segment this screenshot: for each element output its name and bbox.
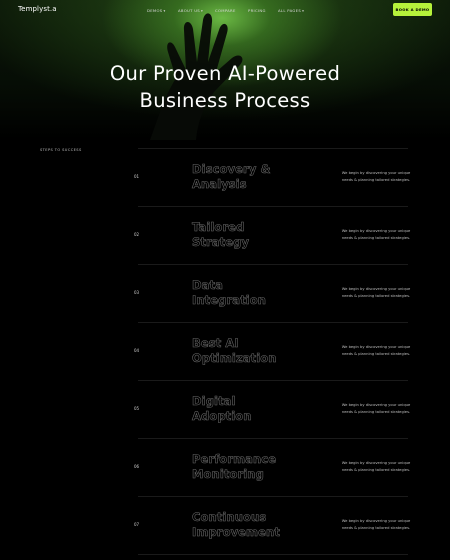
step-description-line-1: We begin by discovering your unique [341,287,411,291]
step-title-line-2: Strategy [192,235,250,250]
step-title: Digital Adoption [192,394,312,424]
step-title-line-2: Adoption [192,409,252,424]
step-number: 02 [134,232,140,237]
step-title-line-2: Analysis [192,177,247,192]
divider [138,148,408,149]
divider [138,496,408,497]
step-description: We begin by discovering your unique need… [336,402,416,415]
step-description: We begin by discovering your unique need… [336,228,416,241]
nav-item-compare[interactable]: COMPARE [215,8,236,13]
divider [138,264,408,265]
step-description-line-2: needs & planning tailored strategies. [341,235,411,240]
top-navbar: Templyst.a DEMOS▾ ABOUT US▾ COMPARE PRIC… [0,0,450,20]
step-title-line-1: Performance [192,452,277,467]
nav-item-label: ALL PAGES [278,8,302,13]
step-description-line-2: needs & planning tailored strategies. [341,409,411,414]
step-description-line-1: We begin by discovering your unique [341,171,411,175]
step-title: Discovery & Analysis [192,162,312,192]
nav-item-label: ABOUT US [178,8,201,13]
step-title-line-1: Digital [192,394,236,409]
page-title-line-2: Business Process [139,89,311,112]
step-description: We begin by discovering your unique need… [336,518,416,531]
step-description: We begin by discovering your unique need… [336,170,416,183]
step-title-line-2: Integration [192,293,267,308]
step-description-line-2: needs & planning tailored strategies. [341,351,411,356]
step-number: 03 [134,290,140,295]
step-title-line-1: Discovery & [192,162,271,177]
chevron-down-icon: ▾ [201,9,204,13]
step-description: We begin by discovering your unique need… [336,286,416,299]
page-title: Our Proven AI-Powered Business Process [0,60,450,114]
divider [138,322,408,323]
step-description: We begin by discovering your unique need… [336,460,416,473]
step-description-line-2: needs & planning tailored strategies. [341,525,411,530]
step-title-line-1: Data [192,278,223,293]
section-label: STEPS TO SUCCESS [40,148,82,152]
step-title-line-1: Best AI [192,336,239,351]
step-number: 06 [134,464,140,469]
nav-item-label: COMPARE [215,8,236,13]
nav-item-about-us[interactable]: ABOUT US▾ [178,8,203,13]
chevron-down-icon: ▾ [302,9,305,13]
step-number: 01 [134,174,140,179]
nav-item-pricing[interactable]: PRICING [248,8,266,13]
divider [138,554,408,555]
chevron-down-icon: ▾ [163,9,166,13]
step-title: Best AI Optimization [192,336,312,366]
nav-item-demos[interactable]: DEMOS▾ [147,8,166,13]
step-title-line-2: Improvement [192,525,280,540]
step-title-line-1: Continuous [192,510,267,525]
divider [138,206,408,207]
page-title-line-1: Our Proven AI-Powered [109,62,341,85]
step-title: Data Integration [192,278,312,308]
step-description-line-1: We begin by discovering your unique [341,519,411,523]
divider [138,438,408,439]
step-description-line-1: We begin by discovering your unique [341,229,411,233]
step-number: 04 [134,348,140,353]
step-title: Continuous Improvement [192,510,312,540]
step-number: 07 [134,522,140,527]
divider [138,380,408,381]
step-description-line-2: needs & planning tailored strategies. [341,467,411,472]
nav-item-all-pages[interactable]: ALL PAGES▾ [278,8,304,13]
step-description-line-2: needs & planning tailored strategies. [341,177,411,182]
step-description-line-2: needs & planning tailored strategies. [341,293,411,298]
step-title-line-2: Optimization [192,351,277,366]
book-demo-button[interactable]: BOOK A DEMO [393,3,432,16]
step-description-line-1: We begin by discovering your unique [341,403,411,407]
nav-item-label: PRICING [248,8,266,13]
step-title-line-2: Monitoring [192,467,264,482]
step-title: Tailored Strategy [192,220,312,250]
step-description-line-1: We begin by discovering your unique [341,345,411,349]
step-title-line-1: Tailored [192,220,245,235]
step-number: 05 [134,406,140,411]
brand-logo[interactable]: Templyst.a [18,5,57,13]
nav-item-label: DEMOS [147,8,163,13]
step-description: We begin by discovering your unique need… [336,344,416,357]
step-description-line-1: We begin by discovering your unique [341,461,411,465]
step-title: Performance Monitoring [192,452,312,482]
